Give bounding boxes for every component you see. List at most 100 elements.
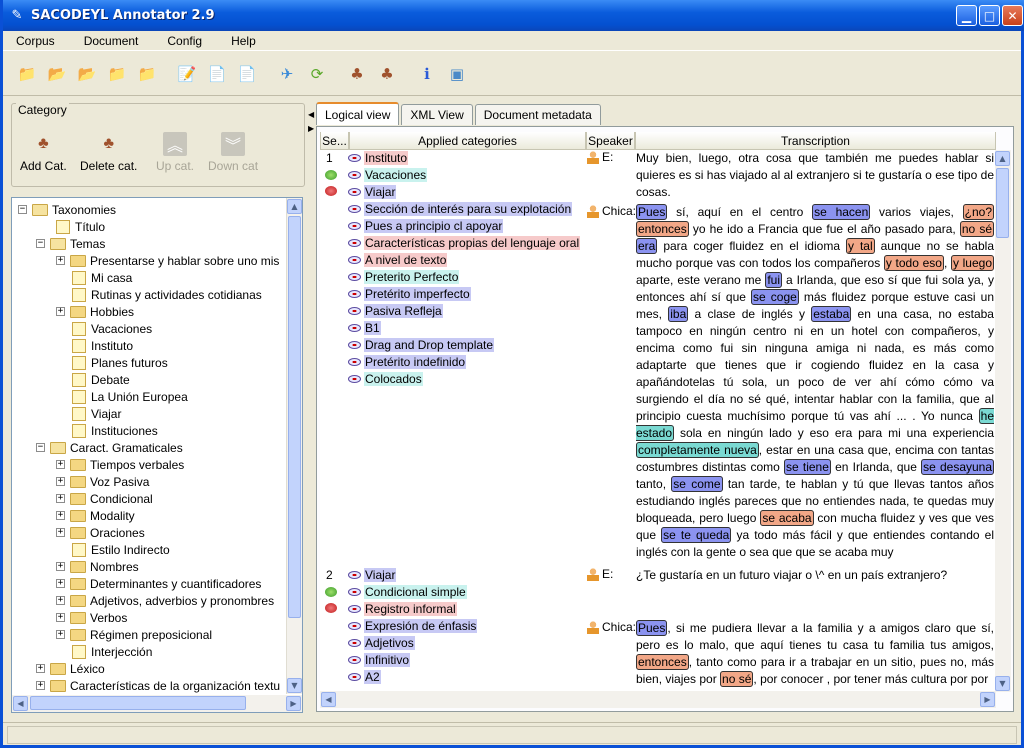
applied-category[interactable]: Vacaciones (348, 167, 428, 183)
tree-node[interactable]: Título (56, 218, 105, 235)
eye-icon[interactable] (348, 341, 361, 349)
tree-node[interactable]: Rutinas y actividades cotidianas (72, 286, 262, 303)
tree-node[interactable]: + Características de la organización text… (36, 677, 280, 694)
splitter-left-arrow-icon[interactable]: ◀ (308, 110, 314, 119)
expand-icon[interactable]: + (56, 630, 65, 639)
splitter-right-arrow-icon[interactable]: ▶ (308, 124, 314, 133)
collapse-icon[interactable]: − (18, 205, 27, 214)
panel-splitter[interactable]: ◀ ▶ (308, 100, 314, 714)
delete-document-button[interactable]: 📄 (205, 62, 229, 86)
tree-node[interactable]: Debate (72, 371, 130, 388)
delete-category-tool-button[interactable]: ♣ (375, 62, 399, 86)
refresh-button[interactable]: ⟳ (305, 62, 329, 86)
image-button[interactable]: ▣ (445, 62, 469, 86)
tree-node[interactable]: + Léxico (36, 660, 105, 677)
applied-category[interactable]: Infinitivo (348, 652, 411, 668)
tab-logical-view[interactable]: Logical view (316, 102, 400, 125)
eye-icon[interactable] (348, 273, 361, 281)
applied-category[interactable]: Viajar (348, 567, 397, 583)
eye-icon[interactable] (348, 171, 361, 179)
tab-document-metadata[interactable]: Document metadata (474, 104, 601, 125)
eye-icon[interactable] (348, 622, 361, 630)
eye-icon[interactable] (348, 154, 361, 162)
expand-icon[interactable]: + (36, 681, 45, 690)
add-category-tool-button[interactable]: ♣ (345, 62, 369, 86)
tree-node[interactable]: − Temas (36, 235, 105, 252)
eye-icon[interactable] (348, 571, 361, 579)
taxonomy-tree[interactable]: − Taxonomies Título − Temas + Presentarse y ha… (11, 197, 303, 713)
transcription-text[interactable]: Pues, si me pudiera llevar a la familia … (636, 620, 994, 688)
eye-icon[interactable] (348, 239, 361, 247)
tools-button[interactable]: ✈ (275, 62, 299, 86)
applied-category[interactable]: Condicional simple (348, 584, 467, 600)
eye-icon[interactable] (348, 375, 361, 383)
applied-category[interactable]: Registro informal (348, 601, 457, 617)
menu-config[interactable]: Config (154, 34, 212, 48)
expand-icon[interactable]: + (56, 307, 65, 316)
tree-scroll-thumb[interactable] (288, 216, 301, 618)
add-annotation-icon[interactable] (325, 170, 337, 180)
tree-node[interactable]: La Unión Europea (72, 388, 188, 405)
tree-node[interactable]: Instituciones (72, 422, 158, 439)
transcription-text[interactable]: Muy bien, luego, otra cosa que también m… (636, 150, 994, 201)
table-vertical-scrollbar[interactable]: ▲ ▼ (995, 150, 1011, 692)
expand-icon[interactable]: + (56, 579, 65, 588)
applied-category[interactable]: Colocados (348, 371, 423, 387)
expand-icon[interactable]: + (56, 528, 65, 537)
tree-node[interactable]: + Determinantes y cuantificadores (56, 575, 261, 592)
applied-category[interactable]: Adjetivos (348, 635, 415, 651)
column-header-categories[interactable]: Applied categories (349, 132, 586, 150)
menu-corpus[interactable]: Corpus (3, 34, 65, 48)
tree-node[interactable]: + Régimen preposicional (56, 626, 212, 643)
eye-icon[interactable] (348, 256, 361, 264)
eye-icon[interactable] (348, 656, 361, 664)
eye-icon[interactable] (348, 605, 361, 613)
tree-node[interactable]: + Nombres (56, 558, 139, 575)
transcription-text[interactable]: ¿Te gustaría en un futuro viajar o \^ en… (636, 567, 994, 584)
save-as-corpus-button[interactable]: 📁 (105, 62, 129, 86)
eye-icon[interactable] (348, 324, 361, 332)
tree-node[interactable]: + Condicional (56, 490, 153, 507)
collapse-icon[interactable]: − (36, 239, 45, 248)
export-corpus-button[interactable]: 📁 (135, 62, 159, 86)
open-corpus-button[interactable]: 📂 (75, 62, 99, 86)
column-header-speaker[interactable]: Speaker (586, 132, 635, 150)
eye-icon[interactable] (348, 188, 361, 196)
down-category-button[interactable]: ︾ Down cat (208, 132, 258, 173)
scroll-left-button[interactable]: ◀ (13, 696, 28, 711)
applied-category[interactable]: A2 (348, 669, 381, 685)
scroll-down-button[interactable]: ▼ (287, 678, 302, 693)
menu-help[interactable]: Help (218, 34, 266, 48)
remove-annotation-icon[interactable] (325, 186, 337, 196)
eye-icon[interactable] (348, 639, 361, 647)
tree-node[interactable]: + Hobbies (56, 303, 134, 320)
add-category-button[interactable]: ♣ Add Cat. (20, 132, 67, 173)
scroll-up-button[interactable]: ▲ (287, 199, 302, 214)
maximize-button[interactable]: □ (979, 5, 1000, 26)
table-scroll-up-button[interactable]: ▲ (995, 151, 1010, 166)
up-category-button[interactable]: ︽ Up cat. (156, 132, 194, 173)
expand-icon[interactable]: + (56, 494, 65, 503)
minimize-button[interactable]: ▁ (956, 5, 977, 26)
transcription-text[interactable]: Pues sí, aquí en el centro se hacen vari… (636, 204, 995, 561)
add-annotation-icon[interactable] (325, 587, 337, 597)
add-document-button[interactable]: 📄 (235, 62, 259, 86)
applied-category[interactable]: Viajar (348, 184, 397, 200)
tree-vertical-scrollbar[interactable]: ▲ ▼ (286, 198, 302, 694)
tree-node[interactable]: − Taxonomies (18, 201, 116, 218)
tree-node[interactable]: − Caract. Gramaticales (36, 439, 183, 456)
tree-node[interactable]: Mi casa (72, 269, 132, 286)
applied-category[interactable]: Pues a principio cl apoyar (348, 218, 504, 234)
expand-icon[interactable]: + (56, 596, 65, 605)
table-scroll-right-button[interactable]: ▶ (980, 692, 995, 707)
eye-icon[interactable] (348, 588, 361, 596)
column-header-segment[interactable]: Se... (320, 132, 349, 150)
expand-icon[interactable]: + (56, 511, 65, 520)
tree-horizontal-scrollbar[interactable]: ◀ ▶ (12, 695, 302, 712)
applied-category[interactable]: Drag and Drop template (348, 337, 495, 353)
remove-annotation-icon[interactable] (325, 603, 337, 613)
expand-icon[interactable]: + (56, 477, 65, 486)
tree-node[interactable]: Instituto (72, 337, 133, 354)
tree-node[interactable]: + Tiempos verbales (56, 456, 184, 473)
eye-icon[interactable] (348, 307, 361, 315)
